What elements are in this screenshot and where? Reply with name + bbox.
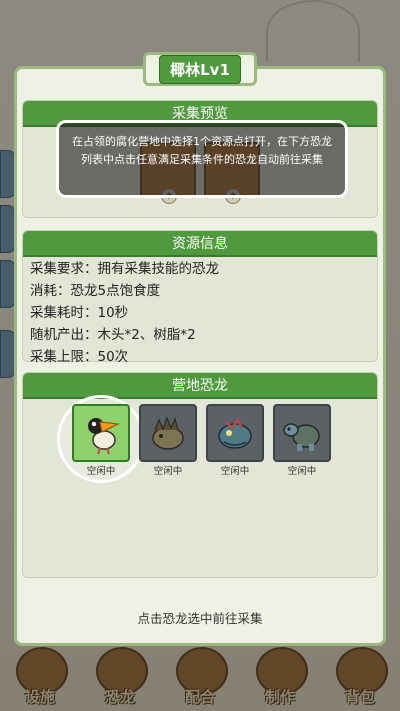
info-line: 消耗：恐龙5点饱食度 [30, 283, 161, 299]
dino-list: 空闲中 空闲中 空闲中 空闲中 [72, 404, 331, 477]
tutorial-tooltip: 在占领的腐化营地中选择1个资源点打开，在下方恐龙列表中点击任意满足采集条件的恐龙… [56, 120, 348, 198]
info-line: 采集要求：拥有采集技能的恐龙 [30, 261, 219, 277]
dino-status: 空闲中 [287, 466, 317, 477]
dino-card[interactable]: 空闲中 [139, 404, 197, 477]
info-line: 随机产出：木头*2、树脂*2 [30, 327, 196, 343]
spiky-dino-icon [139, 404, 197, 462]
info-line: 采集上限：50次 [30, 349, 129, 365]
resource-info-list: 采集要求：拥有采集技能的恐龙 消耗：恐龙5点饱食度 采集耗时：10秒 随机产出：… [30, 258, 219, 368]
dino-status: 空闲中 [86, 466, 116, 477]
info-line: 采集耗时：10秒 [30, 305, 129, 321]
dino-card[interactable]: 空闲中 [273, 404, 331, 477]
toucan-dino-icon [72, 404, 130, 462]
window-title-text: 椰林Lv1 [159, 54, 241, 84]
bottom-hint: 点击恐龙选中前往采集 [137, 611, 263, 626]
dino-card[interactable]: 空闲中 [72, 404, 130, 477]
fish-dino-icon [206, 404, 264, 462]
window-title: 椰林Lv1 [143, 52, 257, 86]
dino-status: 空闲中 [220, 466, 250, 477]
turtle-dino-icon [273, 404, 331, 462]
dino-card[interactable]: 空闲中 [206, 404, 264, 477]
dino-status: 空闲中 [153, 466, 183, 477]
section-header: 营地恐龙 [23, 373, 377, 399]
section-header: 资源信息 [23, 231, 377, 257]
